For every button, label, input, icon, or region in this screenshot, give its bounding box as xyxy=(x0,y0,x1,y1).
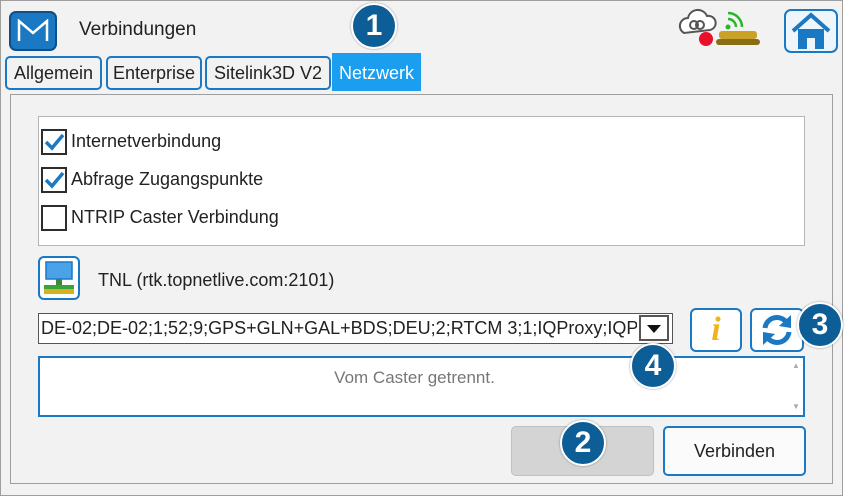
callout-marker-4: 4 xyxy=(630,343,676,389)
tab-allgemein[interactable]: Allgemein xyxy=(5,56,102,90)
app-logo[interactable] xyxy=(9,11,57,51)
info-icon: i xyxy=(711,311,721,348)
home-button[interactable] xyxy=(784,9,838,53)
network-select-button[interactable] xyxy=(38,256,80,300)
checkbox[interactable] xyxy=(41,129,67,155)
cloud-link-icon xyxy=(678,8,717,35)
network-icon xyxy=(44,261,74,294)
tab-netzwerk[interactable]: Netzwerk xyxy=(332,53,421,91)
tab-sitelink3d[interactable]: Sitelink3D V2 xyxy=(205,56,331,90)
options-list: Internetverbindung Abfrage Zugangspunkte… xyxy=(38,116,805,246)
mountpoint-value: DE-02;DE-02;1;52;9;GPS+GLN+GAL+BDS;DEU;2… xyxy=(41,318,637,338)
scroll-down-icon[interactable]: ▼ xyxy=(792,403,800,411)
connect-button[interactable]: Verbinden xyxy=(663,426,806,476)
radio-signal-icon xyxy=(716,11,760,45)
refresh-icon xyxy=(762,315,792,345)
alert-dot-icon xyxy=(699,32,713,46)
option-label: Internetverbindung xyxy=(71,131,222,151)
network-name: TNL (rtk.topnetlive.com:2101) xyxy=(98,270,335,290)
callout-marker-2: 2 xyxy=(560,420,606,466)
m-logo-icon xyxy=(17,19,49,41)
tab-enterprise[interactable]: Enterprise xyxy=(106,56,202,90)
mountpoint-dropdown[interactable]: DE-02;DE-02;1;52;9;GPS+GLN+GAL+BDS;DEU;2… xyxy=(38,313,673,344)
callout-marker-1: 1 xyxy=(351,3,397,49)
status-text: Vom Caster getrennt. xyxy=(334,368,495,387)
home-icon xyxy=(791,12,831,49)
info-button[interactable]: i xyxy=(690,308,742,352)
refresh-button[interactable] xyxy=(750,308,804,352)
dropdown-arrow-icon[interactable] xyxy=(639,315,669,341)
status-icons xyxy=(678,8,760,46)
window-title: Verbindungen xyxy=(79,19,197,40)
checkmark-icon xyxy=(44,133,65,151)
checkbox[interactable] xyxy=(41,205,67,231)
option-label: NTRIP Caster Verbindung xyxy=(71,207,279,227)
option-label: Abfrage Zugangspunkte xyxy=(71,169,264,189)
checkmark-icon xyxy=(44,171,65,189)
scroll-up-icon[interactable]: ▲ xyxy=(792,362,800,370)
checkbox[interactable] xyxy=(41,167,67,193)
title-bar: Verbindungen xyxy=(1,1,842,59)
status-area: Vom Caster getrennt. ▲ ▼ xyxy=(38,356,805,417)
callout-marker-3: 3 xyxy=(797,302,843,348)
